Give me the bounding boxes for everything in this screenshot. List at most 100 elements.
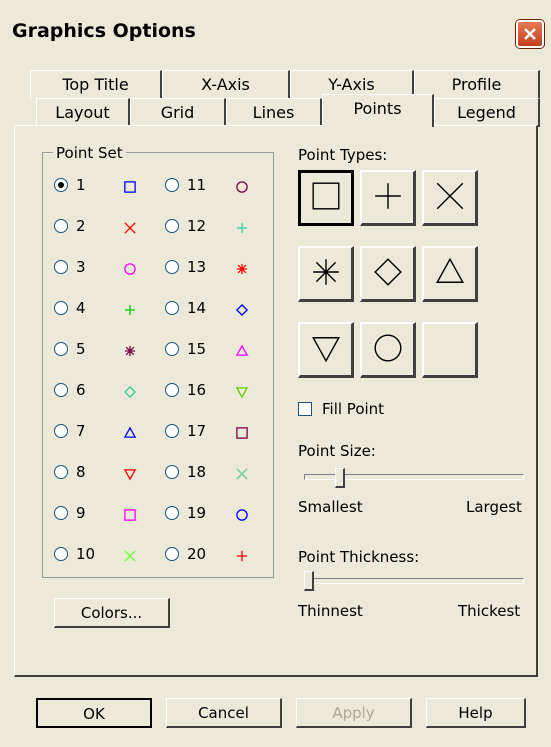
tab-lines[interactable]: Lines	[226, 98, 322, 127]
asterisk-marker-icon	[122, 343, 138, 359]
point-type-plus-button[interactable]	[360, 170, 416, 226]
x-marker-icon	[234, 466, 250, 482]
radio-button[interactable]	[165, 506, 179, 520]
radio-button[interactable]	[165, 424, 179, 438]
point-set-number: 12	[187, 217, 207, 235]
triangle-up-marker-icon	[234, 343, 250, 359]
point-type-triangle-down-button[interactable]	[298, 322, 354, 378]
point-set-radio-4[interactable]: 4	[54, 299, 86, 317]
plus-icon	[368, 176, 408, 220]
point-thickness-label: Point Thickness:	[298, 548, 420, 566]
point-set-number: 16	[187, 381, 207, 399]
point-type-asterisk-button[interactable]	[298, 246, 354, 302]
tab-top-title[interactable]: Top Title	[30, 70, 162, 99]
point-set-radio-7[interactable]: 7	[54, 422, 86, 440]
tab-legend[interactable]: Legend	[434, 98, 540, 127]
point-set-radio-5[interactable]: 5	[54, 340, 86, 358]
plus-marker-icon	[234, 220, 250, 236]
point-set-radio-13[interactable]: 13	[165, 258, 206, 276]
cancel-button[interactable]: Cancel	[166, 698, 282, 728]
point-set-radio-18[interactable]: 18	[165, 463, 206, 481]
point-set-number: 20	[187, 545, 207, 563]
point-set-radio-12[interactable]: 12	[165, 217, 206, 235]
point-size-slider[interactable]	[335, 468, 346, 488]
point-set-number: 17	[187, 422, 207, 440]
apply-button[interactable]: Apply	[296, 698, 412, 728]
point-size-label: Point Size:	[298, 442, 376, 460]
point-type-circle-button[interactable]	[360, 322, 416, 378]
point-set-number: 11	[187, 176, 207, 194]
point-set-radio-17[interactable]: 17	[165, 422, 206, 440]
asterisk-icon	[306, 252, 346, 296]
x-marker-icon	[122, 220, 138, 236]
point-set-number: 14	[187, 299, 207, 317]
point-thickness-min-label: Thinnest	[298, 602, 363, 620]
tab-grid[interactable]: Grid	[130, 98, 226, 127]
point-set-number: 5	[76, 340, 86, 358]
square-marker-icon	[234, 425, 250, 441]
radio-button[interactable]	[165, 383, 179, 397]
point-set-radio-16[interactable]: 16	[165, 381, 206, 399]
point-set-radio-10[interactable]: 10	[54, 545, 95, 563]
triangle-down-marker-icon	[234, 384, 250, 400]
radio-button[interactable]	[54, 301, 68, 315]
radio-button[interactable]	[54, 260, 68, 274]
radio-button[interactable]	[54, 465, 68, 479]
point-set-number: 2	[76, 217, 86, 235]
radio-button[interactable]	[54, 342, 68, 356]
point-set-radio-3[interactable]: 3	[54, 258, 86, 276]
fill-point-label: Fill Point	[322, 400, 385, 418]
tab-layout[interactable]: Layout	[36, 98, 130, 127]
point-set-radio-9[interactable]: 9	[54, 504, 86, 522]
point-set-radio-2[interactable]: 2	[54, 217, 86, 235]
point-type-square-button[interactable]	[298, 170, 354, 226]
radio-button[interactable]	[165, 547, 179, 561]
point-thickness-slider[interactable]	[304, 571, 314, 591]
square-marker-icon	[122, 507, 138, 523]
diamond-marker-icon	[234, 302, 250, 318]
point-set-radio-19[interactable]: 19	[165, 504, 206, 522]
radio-button[interactable]	[165, 301, 179, 315]
radio-button[interactable]	[165, 219, 179, 233]
point-set-number: 7	[76, 422, 86, 440]
point-type-x-button[interactable]	[422, 170, 478, 226]
point-set-number: 13	[187, 258, 207, 276]
radio-button[interactable]	[54, 547, 68, 561]
point-set-radio-14[interactable]: 14	[165, 299, 206, 317]
radio-button[interactable]	[54, 219, 68, 233]
radio-button[interactable]	[54, 383, 68, 397]
radio-button[interactable]	[165, 342, 179, 356]
point-thickness-track[interactable]	[304, 578, 524, 584]
square-icon	[306, 176, 346, 220]
colors-button[interactable]: Colors...	[54, 598, 170, 628]
radio-button[interactable]	[165, 260, 179, 274]
point-set-radio-8[interactable]: 8	[54, 463, 86, 481]
point-set-number: 4	[76, 299, 86, 317]
radio-button[interactable]	[54, 506, 68, 520]
point-type-none-button[interactable]	[422, 322, 478, 378]
radio-button[interactable]	[54, 178, 68, 192]
circle-marker-icon	[234, 179, 250, 195]
radio-button[interactable]	[165, 178, 179, 192]
radio-button[interactable]	[54, 424, 68, 438]
point-size-max-label: Largest	[466, 498, 522, 516]
triangle-down-marker-icon	[122, 466, 138, 482]
point-type-triangle-up-button[interactable]	[422, 246, 478, 302]
point-set-radio-20[interactable]: 20	[165, 545, 206, 563]
help-button[interactable]: Help	[426, 698, 526, 728]
point-set-number: 19	[187, 504, 207, 522]
x-marker-icon	[122, 548, 138, 564]
point-set-number: 3	[76, 258, 86, 276]
tab-x-axis[interactable]: X-Axis	[162, 70, 290, 99]
radio-button[interactable]	[165, 465, 179, 479]
point-set-radio-1[interactable]: 1	[54, 176, 86, 194]
tab-points[interactable]: Points	[322, 94, 434, 127]
point-set-radio-6[interactable]: 6	[54, 381, 86, 399]
fill-point-checkbox[interactable]	[298, 402, 312, 416]
point-set-radio-11[interactable]: 11	[165, 176, 206, 194]
circle-marker-icon	[234, 507, 250, 523]
point-set-radio-15[interactable]: 15	[165, 340, 206, 358]
point-type-diamond-button[interactable]	[360, 246, 416, 302]
ok-button[interactable]: OK	[36, 698, 152, 728]
close-button[interactable]	[516, 20, 544, 48]
